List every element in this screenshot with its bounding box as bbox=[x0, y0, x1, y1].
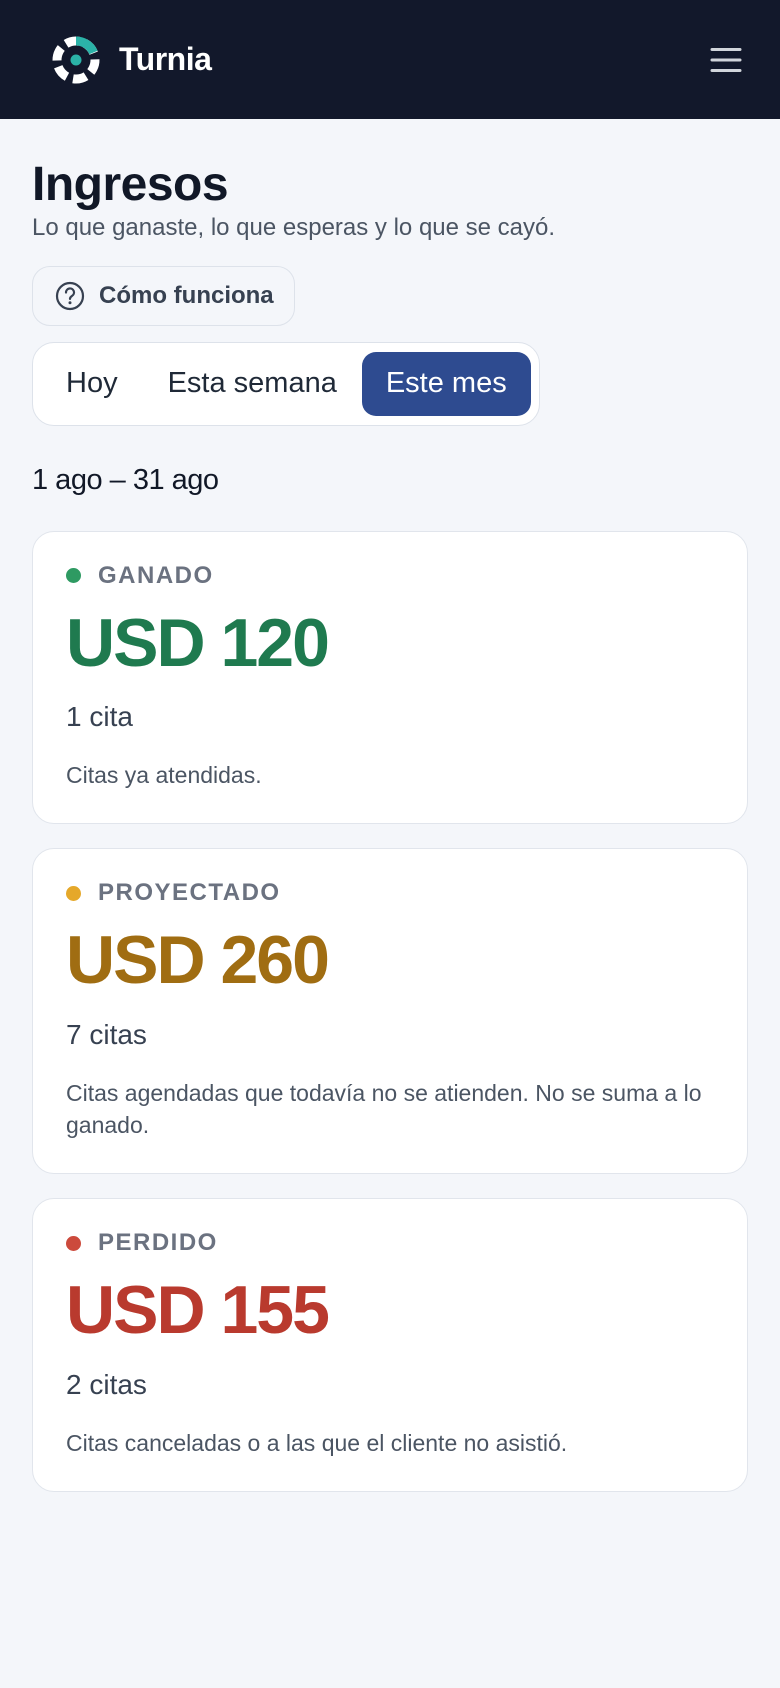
card-count: 2 citas bbox=[66, 1368, 147, 1400]
card-description: Citas canceladas o a las que el cliente … bbox=[66, 1429, 568, 1456]
card-amount: USD 120 bbox=[66, 604, 330, 681]
period-tabs: Hoy Esta semana Este mes bbox=[32, 341, 540, 426]
card-count: 1 cita bbox=[66, 701, 133, 733]
earned-card: GANADO USD 120 1 cita Citas ya atendidas… bbox=[32, 530, 748, 825]
question-circle-icon bbox=[55, 281, 85, 310]
tab-today[interactable]: Hoy bbox=[41, 352, 143, 416]
how-it-works-button[interactable]: Cómo funciona bbox=[32, 265, 295, 326]
status-dot bbox=[66, 885, 81, 901]
menu-button[interactable] bbox=[704, 38, 748, 82]
card-label: PERDIDO bbox=[98, 1229, 218, 1257]
tab-this-month[interactable]: Este mes bbox=[361, 351, 531, 416]
how-it-works-label: Cómo funciona bbox=[99, 281, 274, 309]
card-count: 7 citas bbox=[66, 1018, 147, 1050]
turnia-logo-icon bbox=[52, 35, 100, 83]
card-description: Citas agendadas que todavía no se atiend… bbox=[66, 1079, 702, 1138]
projected-card: PROYECTADO USD 260 7 citas Citas agendad… bbox=[32, 848, 748, 1175]
card-amount: USD 155 bbox=[66, 1272, 330, 1349]
brand-name: Turnia bbox=[119, 41, 212, 77]
page-title: Ingresos bbox=[32, 158, 229, 211]
card-label: PROYECTADO bbox=[98, 879, 281, 907]
brand[interactable]: Turnia bbox=[50, 34, 212, 86]
card-label: GANADO bbox=[98, 561, 214, 589]
status-dot bbox=[66, 568, 81, 584]
lost-card: PERDIDO USD 155 2 citas Citas canceladas… bbox=[32, 1198, 748, 1492]
status-dot bbox=[66, 1235, 81, 1251]
top-bar: Turnia bbox=[0, 0, 780, 119]
income-cards: GANADO USD 120 1 cita Citas ya atendidas… bbox=[32, 530, 748, 1492]
date-range: 1 ago – 31 ago bbox=[32, 463, 219, 496]
card-description: Citas ya atendidas. bbox=[66, 762, 262, 789]
hamburger-menu-icon bbox=[710, 47, 742, 72]
tab-this-week[interactable]: Esta semana bbox=[143, 352, 362, 416]
main-content: Ingresos Lo que ganaste, lo que esperas … bbox=[0, 119, 780, 1492]
page-subtitle: Lo que ganaste, lo que esperas y lo que … bbox=[32, 213, 556, 241]
card-amount: USD 260 bbox=[66, 922, 330, 999]
